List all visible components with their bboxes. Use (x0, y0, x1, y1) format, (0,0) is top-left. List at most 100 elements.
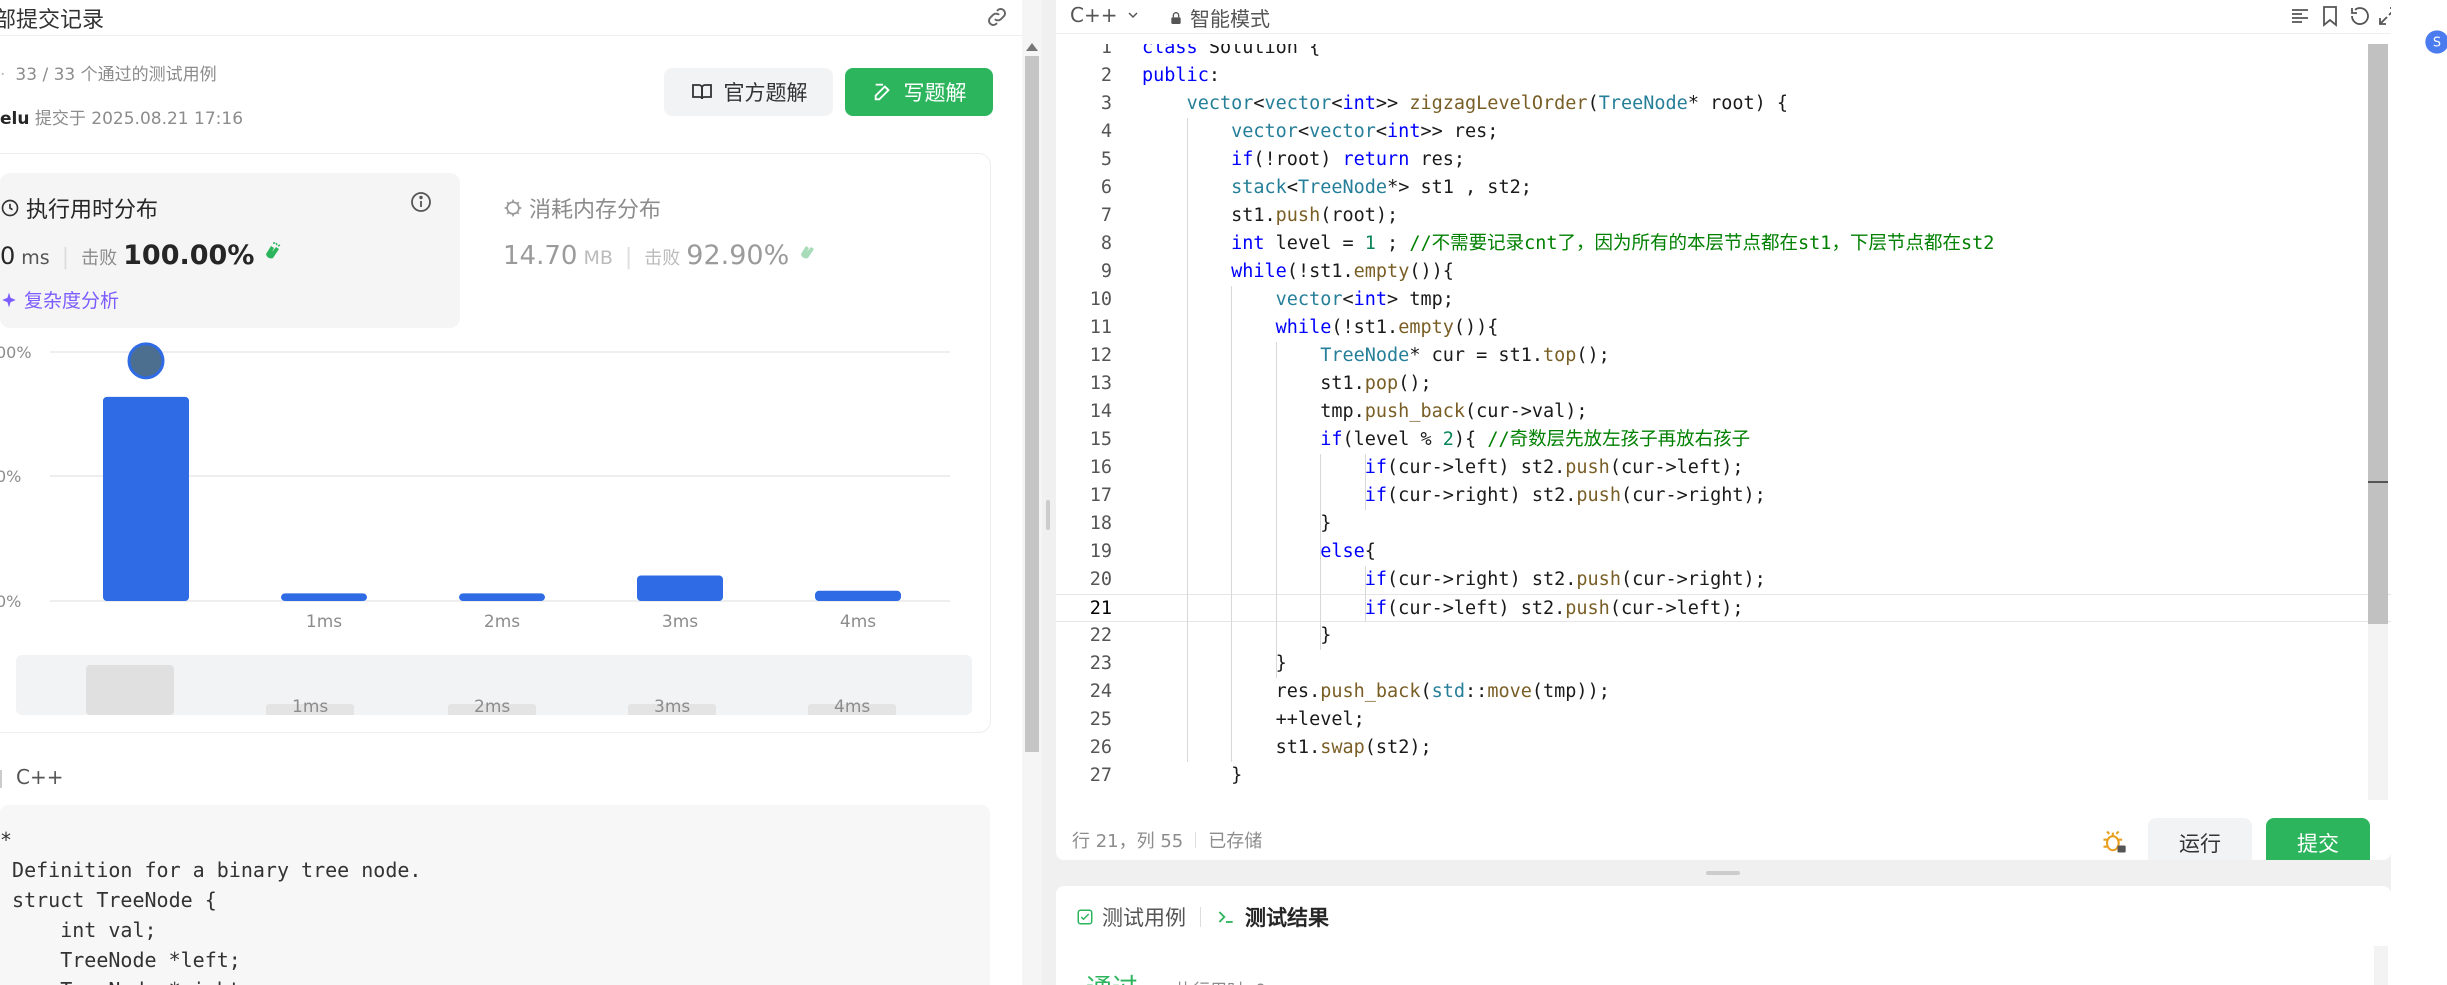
chart-bar[interactable] (815, 590, 901, 601)
lock-icon (1171, 11, 1181, 24)
chart-bar[interactable] (459, 593, 545, 601)
code-line[interactable]: 11 while(!st1.empty()){ (1056, 314, 2391, 342)
code-line[interactable]: 13 st1.pop(); (1056, 370, 2391, 398)
tab-testcase[interactable]: 测试用例 (1076, 902, 1186, 932)
code-line[interactable]: 2 public: (1056, 62, 2391, 90)
test-panel-scrollbar[interactable] (2374, 946, 2388, 985)
code-line[interactable]: 15 if(level % 2){ //奇数层先放左孩子再放右孩子 (1056, 426, 2391, 454)
chart-bar[interactable] (281, 593, 367, 601)
code-line[interactable]: 20 if(cur->right) st2.push(cur->right); (1056, 566, 2391, 594)
runtime-number: 0 (0, 242, 16, 270)
debugger-icon[interactable] (2100, 828, 2128, 856)
chart-x-tick-label: 1ms (306, 612, 342, 632)
info-icon[interactable] (409, 190, 433, 214)
chart-x-tick-label: 4ms (840, 612, 876, 632)
code-line[interactable]: 5 if(!root) return res; (1056, 146, 2391, 174)
code-line[interactable]: 26 st1.swap(st2); (1056, 734, 2391, 762)
code-line[interactable]: 6 stack<TreeNode*> st1 , st2; (1056, 174, 2391, 202)
submitter-name[interactable]: elu (0, 109, 29, 129)
code-language: C++ (0, 765, 63, 789)
code-line: TreeNode *right; (0, 975, 990, 985)
scroll-up-arrow[interactable] (1026, 43, 1038, 51)
code-line[interactable]: 3 vector<vector<int>> zigzagLevelOrder(T… (1056, 90, 2391, 118)
code-line[interactable]: 18 } (1056, 510, 2391, 538)
code-line[interactable]: 10 vector<int> tmp; (1056, 286, 2391, 314)
chevron-down-icon (1128, 12, 1139, 19)
submission-header: 部提交记录 (0, 0, 1022, 36)
editor-scrollbar-thumb[interactable] (2368, 44, 2388, 624)
runtime-distribution-chart: 00% 0% 0% 1ms 2ms 3ms 4ms (0, 342, 950, 632)
code-line[interactable]: 14 tmp.push_back(cur->val); (1056, 398, 2391, 426)
line-number: 25 (1089, 709, 1112, 730)
code-text: if(!root) return res; (1231, 149, 1466, 170)
user-avatar-marker[interactable] (127, 342, 165, 380)
bookmark-icon[interactable] (2318, 4, 2342, 28)
official-solution-button[interactable]: 官方题解 (664, 68, 833, 116)
mini-tick-label: 4ms (834, 697, 871, 717)
code-line[interactable]: 23 } (1056, 650, 2391, 678)
code-line[interactable]: 12 TreeNode* cur = st1.top(); (1056, 342, 2391, 370)
runtime-beat-pct: 100.00% (123, 240, 255, 271)
reset-icon[interactable] (2348, 4, 2372, 28)
code-editor[interactable]: 1 class Solution {2 public: 3 vector<vector… (1056, 44, 2391, 800)
editor-resize-handle[interactable] (1056, 860, 2391, 886)
code-line[interactable]: 1 class Solution { (1056, 44, 2391, 62)
line-number: 23 (1089, 653, 1112, 674)
code-line[interactable]: 16 if(cur->left) st2.push(cur->left); (1056, 454, 2391, 482)
panel-resize-handle[interactable] (1042, 0, 1056, 985)
chart-y-tick-label: 0% (0, 467, 21, 486)
runtime-beat-label: 击败 (81, 248, 118, 269)
chart-range-selection[interactable] (86, 665, 174, 715)
code-line[interactable]: 24 res.push_back(std::move(tmp)); (1056, 678, 2391, 706)
format-icon[interactable] (2288, 4, 2312, 28)
code-text: } (1142, 513, 1332, 534)
line-number: 10 (1089, 289, 1112, 310)
code-line[interactable]: 22 } (1056, 622, 2391, 650)
cursor-marker (2368, 481, 2388, 483)
code-line[interactable]: 25 ++level; (1056, 706, 2391, 734)
code-line[interactable]: 21 if(cur->left) st2.push(cur->left); (1056, 594, 2391, 622)
memory-unit: MB (583, 247, 613, 269)
line-number: 18 (1089, 513, 1112, 534)
code-line[interactable]: 4 vector<vector<int>> res; (1056, 118, 2391, 146)
editor-scrollbar[interactable] (2368, 44, 2388, 800)
line-number: 21 (1089, 598, 1112, 619)
line-number: 7 (1100, 205, 1112, 226)
code-line[interactable]: 9 while(!st1.empty()){ (1056, 258, 2391, 286)
code-line[interactable]: 7 st1.push(root); (1056, 202, 2391, 230)
submitted-time: 提交于 2025.08.21 17:16 (34, 109, 244, 129)
code-line[interactable]: 19 else{ (1056, 538, 2391, 566)
editor-toolbar: C++ 智能模式 (1056, 0, 2397, 34)
code-line[interactable]: 17 if(cur->right) st2.push(cur->right); (1056, 482, 2391, 510)
code-text: st1.pop(); (1142, 373, 1432, 394)
mini-tick-label: 2ms (474, 697, 511, 717)
code-line[interactable]: 8 int level = 1 ; //不需要记录cnt了，因为所有的本层节点都… (1056, 230, 2391, 258)
link-icon[interactable] (984, 4, 1010, 30)
left-scrollbar-thumb[interactable] (1025, 56, 1039, 752)
terminal-icon (1218, 911, 1233, 923)
indent-guide (1320, 454, 1322, 650)
editor-panel: C++ 智能模式 1 class Solution {2 public: 3 vect… (1056, 0, 2397, 868)
line-number: 11 (1089, 317, 1112, 338)
language-selector[interactable]: C++ (1070, 3, 1141, 27)
indent-guide (1365, 566, 1366, 622)
official-solution-label: 官方题解 (723, 81, 808, 105)
chart-bar[interactable] (637, 575, 723, 601)
extension-logo-icon[interactable]: S (2423, 28, 2447, 56)
left-scrollbar[interactable] (1022, 0, 1042, 985)
write-solution-button[interactable]: 写题解 (845, 68, 993, 116)
code-line: TreeNode *left; (0, 948, 241, 972)
smart-mode-toggle[interactable]: 智能模式 (1168, 3, 1270, 32)
tab-test-result[interactable]: 测试结果 (1215, 902, 1329, 932)
chart-bar[interactable] (103, 396, 189, 601)
code-text: TreeNode* cur = st1.top(); (1320, 345, 1610, 366)
code-text: } (1142, 625, 1332, 646)
code-line[interactable]: 27 } (1056, 762, 2391, 790)
memory-title[interactable]: 消耗内存分布 (503, 192, 661, 224)
line-number: 14 (1089, 401, 1112, 422)
complexity-analysis-link[interactable]: 复杂度分析 (0, 286, 119, 313)
code-line: Definition for a binary tree node. (0, 858, 422, 882)
line-number: 26 (1089, 737, 1112, 758)
line-number: 12 (1089, 345, 1112, 366)
code-text: if(cur->left) st2.push(cur->left); (1364, 457, 1744, 478)
